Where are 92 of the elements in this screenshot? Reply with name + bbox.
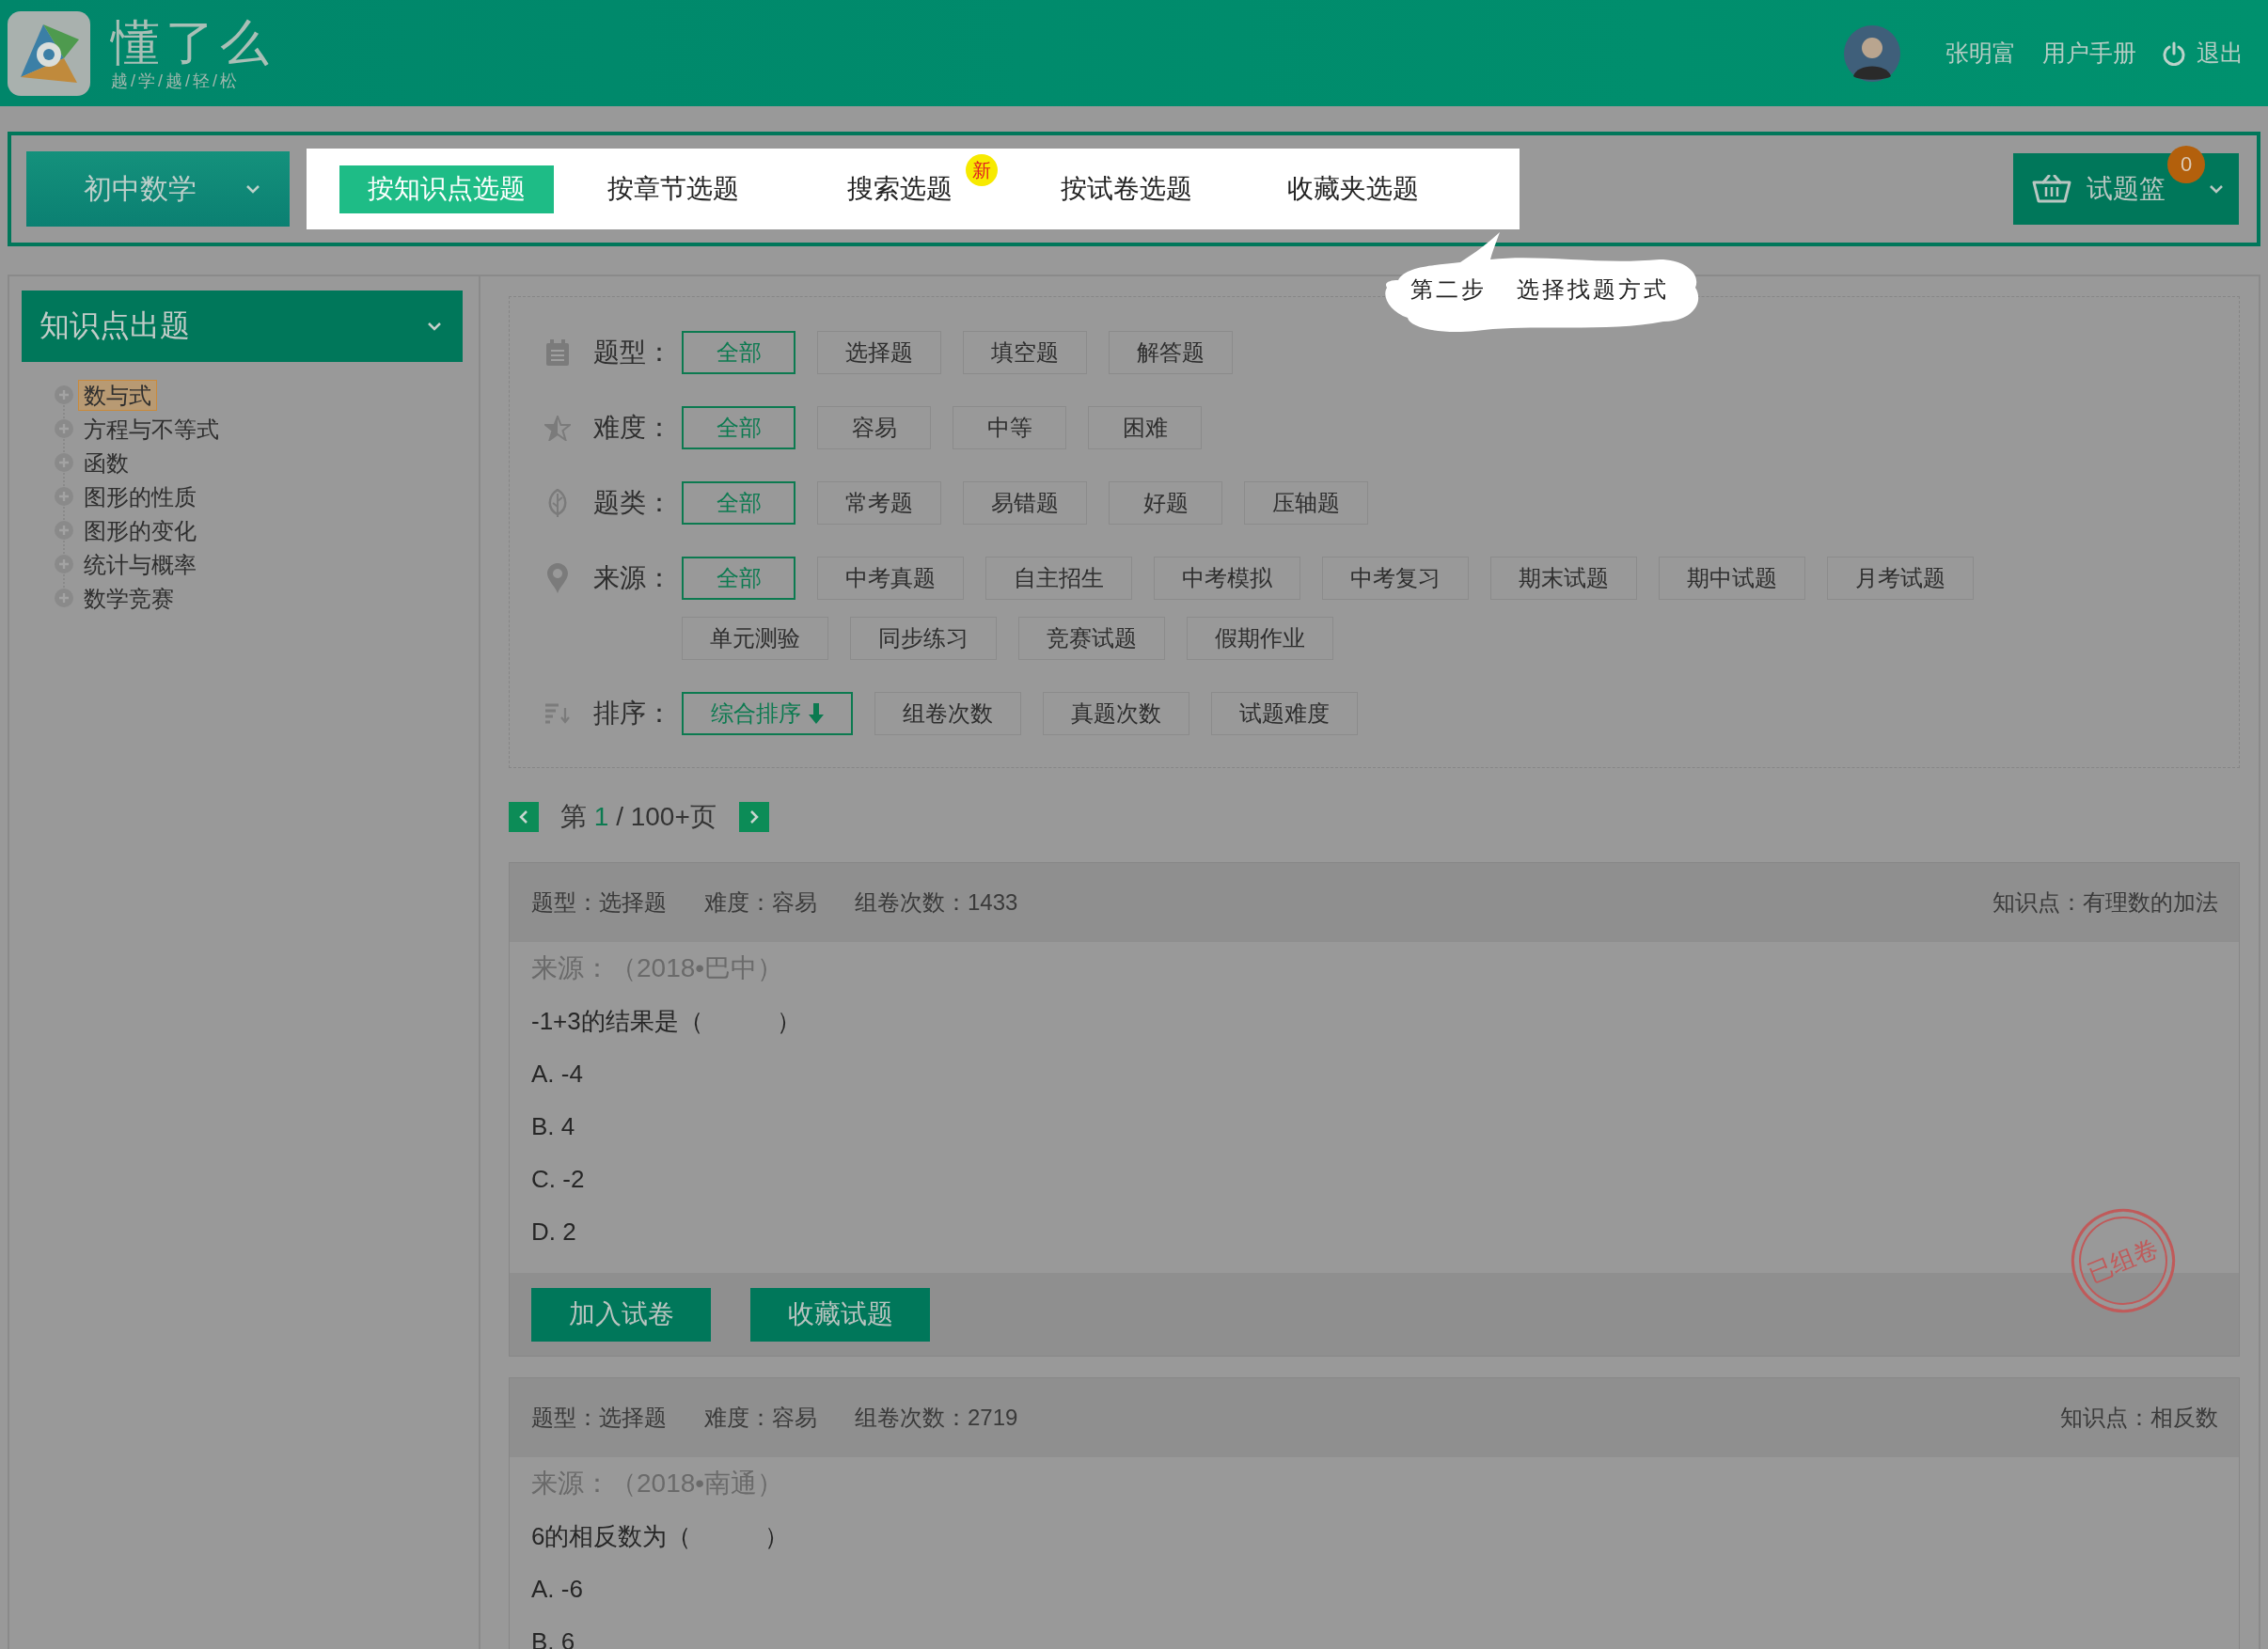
chevron-down-icon bbox=[2209, 184, 2224, 194]
tree-item[interactable]: 数与式 bbox=[78, 379, 157, 411]
leaf-icon bbox=[547, 489, 568, 517]
filter-option[interactable]: 困难 bbox=[1088, 406, 1202, 449]
basket-icon bbox=[2032, 175, 2071, 203]
filter-option[interactable]: 期中试题 bbox=[1659, 557, 1805, 600]
guide-step: 第二步 bbox=[1410, 275, 1487, 305]
tab[interactable]: 按章节选题 bbox=[566, 165, 780, 213]
knowledge-point: 知识点：有理数的加法 bbox=[1992, 888, 2218, 917]
filter-option[interactable]: 好题 bbox=[1109, 481, 1222, 525]
filter-option[interactable]: 解答题 bbox=[1109, 331, 1233, 374]
filter-option[interactable]: 中考模拟 bbox=[1154, 557, 1300, 600]
question-meta: 组卷次数：2719 bbox=[855, 1404, 1018, 1432]
question-action-button[interactable]: 收藏试题 bbox=[750, 1287, 930, 1342]
question-meta: 组卷次数：1433 bbox=[855, 888, 1018, 917]
filter-option[interactable]: 选择题 bbox=[817, 331, 941, 374]
tree-item[interactable]: 图形的变化 bbox=[78, 514, 202, 546]
chevron-left-icon bbox=[519, 809, 528, 824]
next-page-button[interactable] bbox=[738, 802, 769, 832]
filter-option[interactable]: 同步练习 bbox=[850, 617, 997, 660]
user-manual-link[interactable]: 用户手册 bbox=[2042, 38, 2136, 69]
question-meta: 难度：容易 bbox=[704, 888, 817, 917]
guide-text: 选择找题方式 bbox=[1517, 275, 1669, 305]
logo-title: 懂了么 bbox=[111, 14, 275, 70]
chevron-down-icon bbox=[427, 322, 442, 331]
new-badge: 新 bbox=[966, 153, 998, 186]
user-name-link[interactable]: 张明富 bbox=[1945, 38, 2016, 69]
answer-option: C. -2 bbox=[531, 1153, 585, 1205]
filter-option[interactable]: 压轴题 bbox=[1244, 481, 1368, 525]
filter-option[interactable]: 中考真题 bbox=[817, 557, 964, 600]
tree-item[interactable]: 统计与概率 bbox=[78, 548, 202, 580]
filter-option[interactable]: 组卷次数 bbox=[874, 692, 1021, 735]
plus-circle-icon[interactable] bbox=[55, 385, 73, 404]
filter-label: 难度： bbox=[593, 412, 673, 444]
question-stem: 6的相反数为（ ） bbox=[531, 1521, 790, 1552]
filter-option[interactable]: 填空题 bbox=[963, 331, 1087, 374]
filter-option[interactable]: 试题难度 bbox=[1211, 692, 1358, 735]
question-meta: 题型：选择题 bbox=[531, 1404, 667, 1432]
logo-icon bbox=[8, 10, 90, 96]
filter-option[interactable]: 中考复习 bbox=[1322, 557, 1469, 600]
page-indicator: 第 1 / 100+页 bbox=[560, 801, 717, 833]
plus-circle-icon[interactable] bbox=[55, 453, 73, 472]
filter-option[interactable]: 中等 bbox=[953, 406, 1066, 449]
avatar-icon bbox=[1844, 24, 1900, 82]
filter-option[interactable]: 自主招生 bbox=[985, 557, 1132, 600]
tree-item[interactable]: 方程与不等式 bbox=[78, 413, 225, 445]
filter-label: 来源： bbox=[593, 562, 673, 594]
notepad-icon bbox=[546, 339, 569, 366]
filter-option[interactable]: 易错题 bbox=[963, 481, 1087, 525]
question-stem: -1+3的结果是（ ） bbox=[531, 1006, 801, 1037]
answer-option: B. 4 bbox=[531, 1100, 575, 1153]
tab[interactable]: 收藏夹选题 bbox=[1246, 165, 1460, 213]
question-meta: 题型：选择题 bbox=[531, 888, 667, 917]
count-badge: 0 bbox=[2167, 146, 2205, 183]
logo-slogan: 越/学/越/轻/松 bbox=[111, 70, 241, 92]
filter-label: 题型： bbox=[593, 337, 673, 369]
question-meta: 难度：容易 bbox=[704, 1404, 817, 1432]
knowledge-point: 知识点：相反数 bbox=[2060, 1404, 2218, 1432]
answer-option: A. -4 bbox=[531, 1047, 583, 1100]
plus-circle-icon[interactable] bbox=[55, 521, 73, 540]
filter-option[interactable]: 单元测验 bbox=[682, 617, 828, 660]
star-icon bbox=[544, 415, 571, 441]
tab[interactable]: 按知识点选题 bbox=[339, 165, 554, 213]
pin-icon bbox=[547, 563, 568, 593]
tree-item[interactable]: 函数 bbox=[78, 447, 134, 479]
filter-option[interactable]: 真题次数 bbox=[1043, 692, 1189, 735]
chevron-right-icon bbox=[748, 809, 759, 824]
chevron-down-icon bbox=[245, 184, 260, 194]
question-action-button[interactable]: 加入试卷 bbox=[531, 1287, 711, 1342]
answer-option: A. -6 bbox=[531, 1563, 583, 1615]
filter-option[interactable]: 月考试题 bbox=[1827, 557, 1974, 600]
tree-item[interactable]: 图形的性质 bbox=[78, 480, 202, 512]
subject-dropdown[interactable]: 初中数学 bbox=[26, 151, 290, 227]
sort-icon bbox=[544, 702, 571, 725]
prev-page-button[interactable] bbox=[509, 802, 539, 832]
plus-circle-icon[interactable] bbox=[55, 555, 73, 573]
tree-item[interactable]: 数学竞赛 bbox=[78, 582, 180, 614]
plus-circle-icon[interactable] bbox=[55, 419, 73, 438]
filter-option[interactable]: 竞赛试题 bbox=[1018, 617, 1165, 660]
filter-option[interactable]: 常考题 bbox=[817, 481, 941, 525]
plus-circle-icon[interactable] bbox=[55, 589, 73, 607]
power-icon bbox=[2163, 40, 2185, 66]
sidebar-header[interactable]: 知识点出题 bbox=[22, 291, 463, 362]
plus-circle-icon[interactable] bbox=[55, 487, 73, 506]
filter-option[interactable]: 假期作业 bbox=[1187, 617, 1333, 660]
filter-label: 排序： bbox=[593, 698, 673, 730]
filter-option[interactable]: 容易 bbox=[817, 406, 931, 449]
filter-label: 题类： bbox=[593, 487, 673, 519]
filter-option[interactable]: 期末试题 bbox=[1490, 557, 1637, 600]
answer-option: D. 2 bbox=[531, 1205, 576, 1258]
tab[interactable]: 按试卷选题 bbox=[1019, 165, 1234, 213]
arrow-down-icon bbox=[809, 703, 824, 724]
